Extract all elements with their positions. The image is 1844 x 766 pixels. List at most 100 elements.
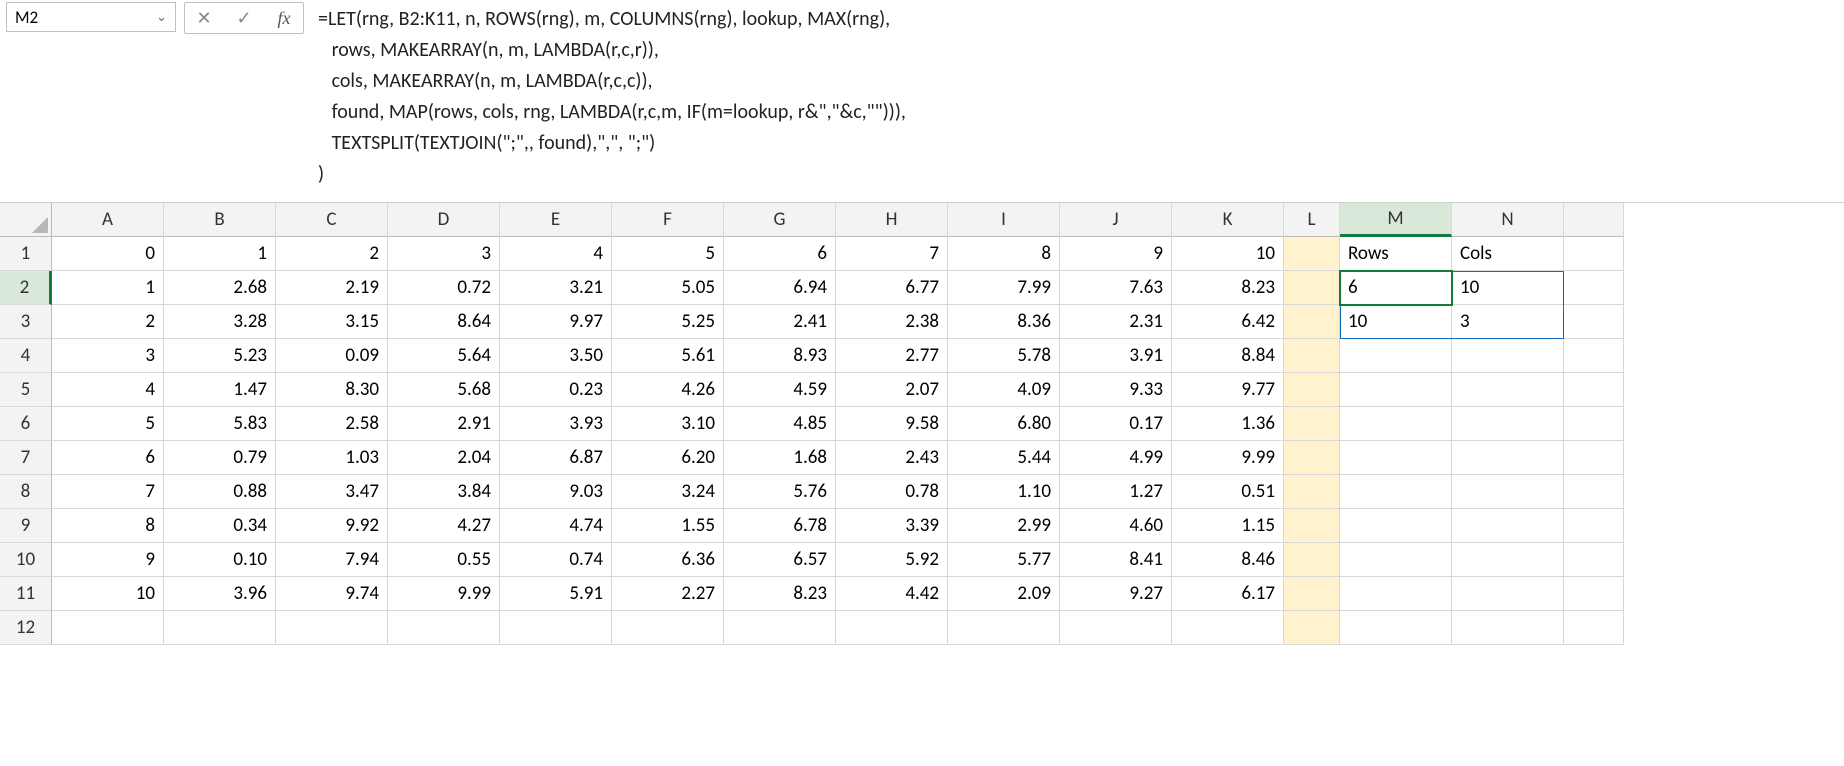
cell-A4[interactable]: 3 [52, 339, 164, 373]
cell-D5[interactable]: 5.68 [388, 373, 500, 407]
cell-L2[interactable] [1284, 271, 1340, 305]
column-header-D[interactable]: D [388, 203, 500, 237]
cell-I10[interactable]: 5.77 [948, 543, 1060, 577]
cell-J1[interactable]: 9 [1060, 237, 1172, 271]
cell-G12[interactable] [724, 611, 836, 645]
cell-F8[interactable]: 3.24 [612, 475, 724, 509]
row-header-10[interactable]: 10 [0, 543, 52, 577]
cell-G1[interactable]: 6 [724, 237, 836, 271]
cell-J10[interactable]: 8.41 [1060, 543, 1172, 577]
cell-N3[interactable]: 3 [1452, 305, 1564, 339]
cell-C10[interactable]: 7.94 [276, 543, 388, 577]
column-header-M[interactable]: M [1340, 203, 1452, 237]
cell-M12[interactable] [1340, 611, 1452, 645]
cell-G4[interactable]: 8.93 [724, 339, 836, 373]
cell-C9[interactable]: 9.92 [276, 509, 388, 543]
row-header-5[interactable]: 5 [0, 373, 52, 407]
cell-O12[interactable] [1564, 611, 1624, 645]
cell-J6[interactable]: 0.17 [1060, 407, 1172, 441]
cell-K12[interactable] [1172, 611, 1284, 645]
cell-I11[interactable]: 2.09 [948, 577, 1060, 611]
cell-K8[interactable]: 0.51 [1172, 475, 1284, 509]
cell-C3[interactable]: 3.15 [276, 305, 388, 339]
fx-icon[interactable]: fx [265, 3, 303, 33]
cell-H10[interactable]: 5.92 [836, 543, 948, 577]
cell-C2[interactable]: 2.19 [276, 271, 388, 305]
cell-G7[interactable]: 1.68 [724, 441, 836, 475]
cell-D10[interactable]: 0.55 [388, 543, 500, 577]
cell-F2[interactable]: 5.05 [612, 271, 724, 305]
cell-B7[interactable]: 0.79 [164, 441, 276, 475]
cell-B6[interactable]: 5.83 [164, 407, 276, 441]
cell-M4[interactable] [1340, 339, 1452, 373]
row-header-7[interactable]: 7 [0, 441, 52, 475]
cell-N1[interactable]: Cols [1452, 237, 1564, 271]
cell-I1[interactable]: 8 [948, 237, 1060, 271]
cell-D9[interactable]: 4.27 [388, 509, 500, 543]
cell-J4[interactable]: 3.91 [1060, 339, 1172, 373]
cell-A5[interactable]: 4 [52, 373, 164, 407]
cell-M3[interactable]: 10 [1340, 305, 1452, 339]
cell-A1[interactable]: 0 [52, 237, 164, 271]
cell-E11[interactable]: 5.91 [500, 577, 612, 611]
column-header-B[interactable]: B [164, 203, 276, 237]
cell-E1[interactable]: 4 [500, 237, 612, 271]
cell-O4[interactable] [1564, 339, 1624, 373]
row-header-11[interactable]: 11 [0, 577, 52, 611]
cell-E4[interactable]: 3.50 [500, 339, 612, 373]
column-header-J[interactable]: J [1060, 203, 1172, 237]
cell-B12[interactable] [164, 611, 276, 645]
cell-K6[interactable]: 1.36 [1172, 407, 1284, 441]
cell-H5[interactable]: 2.07 [836, 373, 948, 407]
cell-N5[interactable] [1452, 373, 1564, 407]
cell-C4[interactable]: 0.09 [276, 339, 388, 373]
cell-E10[interactable]: 0.74 [500, 543, 612, 577]
cell-N11[interactable] [1452, 577, 1564, 611]
cell-B10[interactable]: 0.10 [164, 543, 276, 577]
column-header-N[interactable]: N [1452, 203, 1564, 237]
cell-L8[interactable] [1284, 475, 1340, 509]
cell-N4[interactable] [1452, 339, 1564, 373]
row-header-12[interactable]: 12 [0, 611, 52, 645]
cell-F10[interactable]: 6.36 [612, 543, 724, 577]
cell-J9[interactable]: 4.60 [1060, 509, 1172, 543]
cell-O9[interactable] [1564, 509, 1624, 543]
cell-A10[interactable]: 9 [52, 543, 164, 577]
cell-O7[interactable] [1564, 441, 1624, 475]
cell-L1[interactable] [1284, 237, 1340, 271]
cell-N7[interactable] [1452, 441, 1564, 475]
cell-O6[interactable] [1564, 407, 1624, 441]
cell-L3[interactable] [1284, 305, 1340, 339]
cell-E8[interactable]: 9.03 [500, 475, 612, 509]
cell-N2[interactable]: 10 [1452, 271, 1564, 305]
cell-A9[interactable]: 8 [52, 509, 164, 543]
cell-B4[interactable]: 5.23 [164, 339, 276, 373]
cell-F9[interactable]: 1.55 [612, 509, 724, 543]
column-header-I[interactable]: I [948, 203, 1060, 237]
cell-E6[interactable]: 3.93 [500, 407, 612, 441]
cell-E3[interactable]: 9.97 [500, 305, 612, 339]
row-header-9[interactable]: 9 [0, 509, 52, 543]
column-header-H[interactable]: H [836, 203, 948, 237]
cell-D4[interactable]: 5.64 [388, 339, 500, 373]
row-header-3[interactable]: 3 [0, 305, 52, 339]
cell-C6[interactable]: 2.58 [276, 407, 388, 441]
cell-C11[interactable]: 9.74 [276, 577, 388, 611]
cell-A3[interactable]: 2 [52, 305, 164, 339]
cell-M2[interactable]: 6 [1340, 271, 1452, 305]
column-header-C[interactable]: C [276, 203, 388, 237]
cell-M8[interactable] [1340, 475, 1452, 509]
cell-J12[interactable] [1060, 611, 1172, 645]
cell-J11[interactable]: 9.27 [1060, 577, 1172, 611]
cell-O10[interactable] [1564, 543, 1624, 577]
cell-N9[interactable] [1452, 509, 1564, 543]
cell-K3[interactable]: 6.42 [1172, 305, 1284, 339]
cell-A2[interactable]: 1 [52, 271, 164, 305]
cell-G9[interactable]: 6.78 [724, 509, 836, 543]
cell-I9[interactable]: 2.99 [948, 509, 1060, 543]
cell-I8[interactable]: 1.10 [948, 475, 1060, 509]
cell-F11[interactable]: 2.27 [612, 577, 724, 611]
row-header-8[interactable]: 8 [0, 475, 52, 509]
cell-B5[interactable]: 1.47 [164, 373, 276, 407]
cell-E2[interactable]: 3.21 [500, 271, 612, 305]
